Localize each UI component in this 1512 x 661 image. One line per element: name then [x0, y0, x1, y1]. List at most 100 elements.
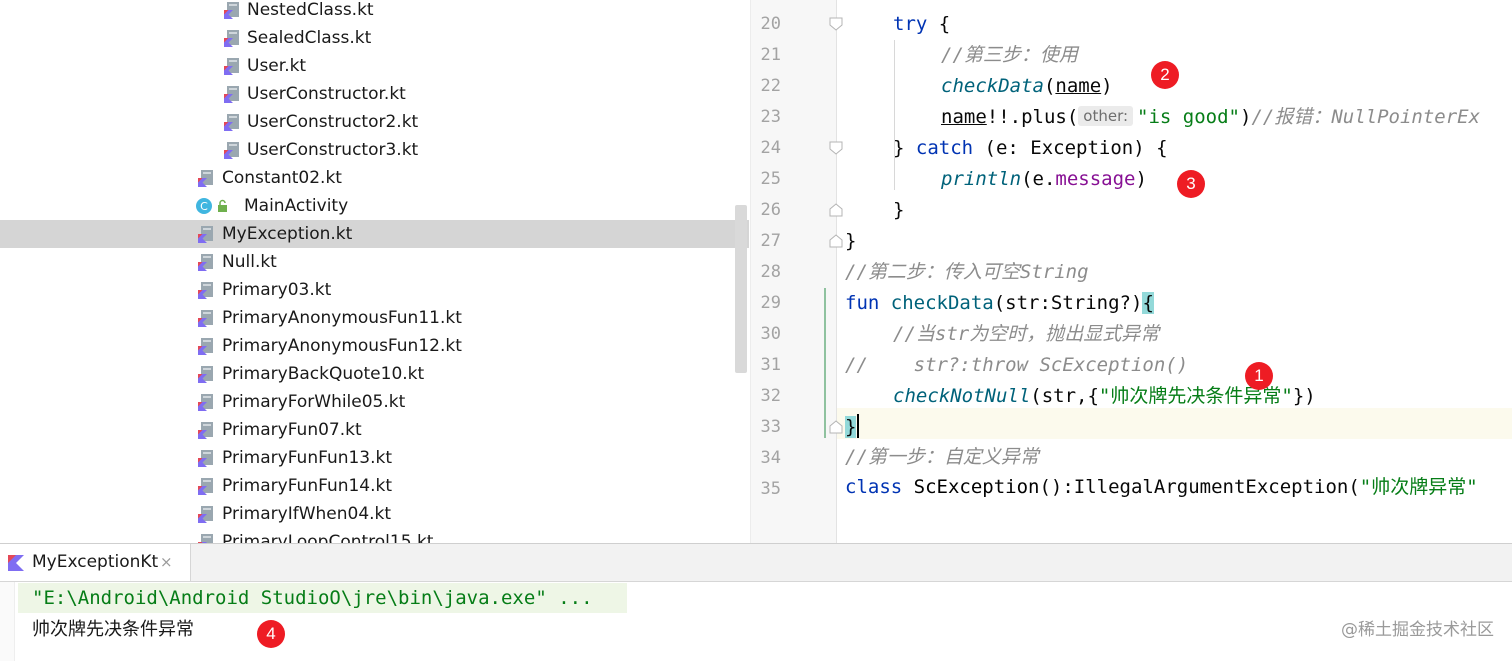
- kotlin-file-icon: [198, 450, 213, 467]
- code-token: (str:String?): [993, 292, 1143, 314]
- run-tab-bar: MyExceptionKt ×: [0, 544, 1512, 582]
- tree-item[interactable]: PrimaryForWhile05.kt: [0, 388, 749, 416]
- tree-item[interactable]: C MainActivity: [0, 192, 749, 220]
- code-line-24[interactable]: } catch (e: Exception) {: [893, 133, 1168, 164]
- code-line-30[interactable]: //当str为空时，抛出显式异常: [893, 319, 1159, 350]
- fold-marker-icon[interactable]: [829, 141, 843, 155]
- line-number: 31: [760, 355, 781, 375]
- annotation-badge-1: 1: [1245, 362, 1273, 390]
- tree-item-label: PrimaryIfWhen04.kt: [222, 504, 392, 524]
- tree-item[interactable]: PrimaryAnonymousFun11.kt: [0, 304, 749, 332]
- kotlin-file-icon: [198, 534, 213, 543]
- tree-item[interactable]: PrimaryBackQuote10.kt: [0, 360, 749, 388]
- kotlin-file-icon: [224, 86, 239, 103]
- tree-item[interactable]: PrimaryFunFun13.kt: [0, 444, 749, 472]
- parameter-hint: other:: [1078, 106, 1134, 126]
- close-icon[interactable]: ×: [160, 544, 173, 581]
- code-line-25[interactable]: println(e.message): [941, 164, 1147, 195]
- tree-item[interactable]: SealedClass.kt: [0, 24, 749, 52]
- run-tab-myexceptionkt[interactable]: MyExceptionKt ×: [0, 544, 191, 581]
- tree-item[interactable]: NestedClass.kt: [0, 0, 749, 24]
- code-comment: //当str为空时，抛出显式异常: [893, 323, 1160, 345]
- tree-item[interactable]: PrimaryIfWhen04.kt: [0, 500, 749, 528]
- fold-marker-icon[interactable]: [829, 420, 843, 434]
- code-token: ): [1101, 75, 1113, 97]
- tree-item[interactable]: PrimaryAnonymousFun12.kt: [0, 332, 749, 360]
- matched-brace: }: [845, 416, 857, 438]
- code-line-23[interactable]: name!!.plus(other: "is good")//报错：NullPoi…: [941, 102, 1480, 133]
- code-line-33[interactable]: }: [845, 412, 857, 443]
- kotlin-file-icon: [224, 114, 239, 131]
- kotlin-file-icon: [198, 422, 213, 439]
- tree-item[interactable]: PrimaryFun07.kt: [0, 416, 749, 444]
- line-number: 27: [760, 231, 781, 251]
- code-line-35[interactable]: class ScException():IllegalArgumentExcep…: [845, 472, 1478, 503]
- tree-item[interactable]: UserConstructor2.kt: [0, 108, 749, 136]
- code-line-20[interactable]: try {: [893, 9, 950, 40]
- fold-marker-icon[interactable]: [829, 203, 843, 217]
- tree-item[interactable]: Constant02.kt: [0, 164, 749, 192]
- kotlin-file-icon: [224, 58, 239, 75]
- function-call-println: println: [941, 168, 1022, 190]
- kotlin-run-icon: [8, 555, 24, 571]
- kotlin-file-icon: [224, 2, 239, 19]
- tree-item[interactable]: PrimaryFunFun14.kt: [0, 472, 749, 500]
- code-token: }): [1292, 385, 1316, 407]
- function-call-checkNotNull: checkNotNull: [893, 385, 1031, 407]
- code-comment: //报错：NullPointerEx: [1251, 106, 1481, 128]
- tree-item-label: User.kt: [247, 56, 307, 76]
- matched-brace: {: [1142, 292, 1154, 314]
- code-editor[interactable]: 20 21 22 23 24 25 26 27 28 29 30 31 32 33 34 35 try { /…: [750, 0, 1512, 543]
- tree-item-label: Primary03.kt: [222, 280, 332, 300]
- fold-marker-icon[interactable]: [829, 17, 843, 31]
- kotlin-file-icon: [198, 254, 213, 271]
- tree-item[interactable]: PrimaryLoopControl15.kt: [0, 528, 749, 543]
- console-command-line: "E:\Android\Android StudioO\jre\bin\java…: [18, 583, 627, 613]
- code-comment: //第一步：自定义异常: [845, 446, 1039, 468]
- text-caret: [857, 414, 859, 438]
- tree-item[interactable]: Null.kt: [0, 248, 749, 276]
- kotlin-file-icon: [198, 170, 213, 187]
- class-icon: C: [196, 198, 227, 214]
- annotation-badge-3: 3: [1177, 170, 1205, 198]
- tree-item[interactable]: Primary03.kt: [0, 276, 749, 304]
- code-line-28[interactable]: //第二步：传入可空String: [845, 257, 1089, 288]
- code-token: (: [1043, 75, 1056, 97]
- annotation-badge-4: 4: [257, 620, 285, 648]
- code-token: ): [1240, 106, 1252, 128]
- keyword-catch: catch: [915, 137, 974, 159]
- tree-item[interactable]: UserConstructor3.kt: [0, 136, 749, 164]
- code-line-22[interactable]: checkData(name): [941, 71, 1113, 102]
- indent-guide: [894, 40, 895, 190]
- function-call-checkData: checkData: [941, 75, 1044, 97]
- code-token: ): [1135, 168, 1147, 190]
- code-line-27[interactable]: }: [845, 226, 856, 257]
- current-line-highlight: [751, 408, 1512, 439]
- tree-item[interactable]: MyException.kt: [0, 220, 749, 248]
- line-number: 33: [760, 417, 781, 437]
- tree-item-label: PrimaryBackQuote10.kt: [222, 364, 425, 384]
- code-line-26[interactable]: }: [893, 195, 904, 226]
- tree-item[interactable]: User.kt: [0, 52, 749, 80]
- keyword-try: try: [893, 13, 928, 35]
- code-line-31[interactable]: // str?:throw ScException(): [845, 350, 1188, 381]
- fold-marker-icon[interactable]: [829, 234, 843, 248]
- tree-item[interactable]: UserConstructor.kt: [0, 80, 749, 108]
- console-output: 帅次牌先决条件异常: [32, 619, 194, 640]
- kotlin-file-icon: [198, 310, 213, 327]
- tree-item-label: PrimaryAnonymousFun12.kt: [222, 336, 462, 356]
- string-literal: "is good": [1137, 106, 1240, 128]
- code-line-34[interactable]: //第一步：自定义异常: [845, 442, 1039, 473]
- code-line-21[interactable]: //第三步：使用: [941, 40, 1078, 71]
- editor-gutter: 20 21 22 23 24 25 26 27 28 29 30 31 32 33 34 35: [751, 0, 837, 543]
- line-number: 29: [760, 293, 781, 313]
- string-literal: "帅次牌异常": [1359, 476, 1478, 498]
- code-token: }: [893, 137, 916, 159]
- code-token: (str,{: [1030, 385, 1099, 407]
- tree-scrollbar[interactable]: [735, 205, 747, 373]
- line-number: 26: [760, 200, 781, 220]
- annotation-badge-2: 2: [1151, 61, 1179, 89]
- keyword-class: class: [845, 476, 903, 498]
- line-number: 34: [760, 448, 781, 468]
- code-line-29[interactable]: fun checkData(str:String?){: [845, 288, 1154, 319]
